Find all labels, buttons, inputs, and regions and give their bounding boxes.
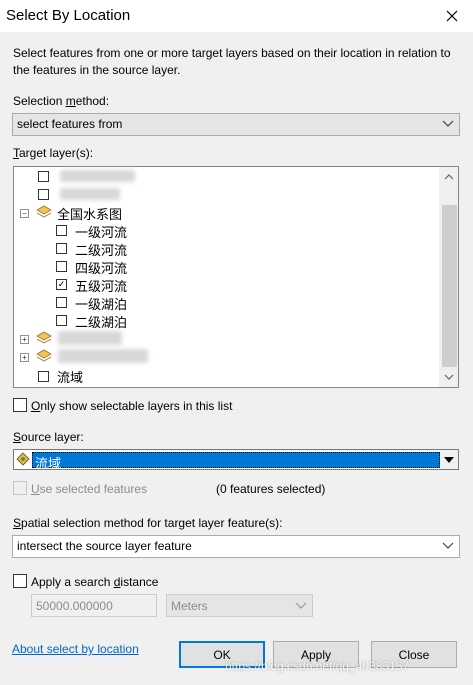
redacted-layer-name xyxy=(60,170,135,182)
search-distance-checkbox[interactable] xyxy=(13,574,27,588)
units-dropdown[interactable]: Meters xyxy=(166,594,313,617)
only-selectable-checkbox[interactable] xyxy=(13,398,27,412)
search-distance-input[interactable]: 50000.000000 xyxy=(31,594,157,617)
about-link[interactable]: About select by location xyxy=(12,642,139,656)
collapse-icon[interactable]: − xyxy=(20,209,29,218)
scroll-up-icon[interactable] xyxy=(444,173,454,181)
chevron-down-icon xyxy=(442,542,454,549)
expand-icon[interactable]: + xyxy=(20,335,29,344)
scroll-down-icon[interactable] xyxy=(444,373,454,381)
window-title: Select By Location xyxy=(6,7,131,24)
layer-label[interactable]: 二级河流 xyxy=(75,240,127,259)
search-distance-value: 50000.000000 xyxy=(36,599,113,613)
layer-checkbox[interactable] xyxy=(38,189,49,200)
layer-checkbox[interactable] xyxy=(56,225,67,236)
redacted-layer-name xyxy=(58,349,148,363)
layer-group-label[interactable]: 全国水系图 xyxy=(57,204,122,223)
layer-group-icon xyxy=(36,349,52,362)
layer-checkbox[interactable] xyxy=(56,243,67,254)
selection-method-dropdown[interactable]: select features from xyxy=(12,113,460,136)
layer-checkbox[interactable] xyxy=(38,171,49,182)
watermark: https://blog.csdn.net/qq_40383157 xyxy=(225,659,410,673)
dialog-description: Select features from one or more target … xyxy=(13,46,451,77)
layer-checkbox-checked[interactable]: ✓ xyxy=(56,279,67,290)
selection-method-value: select features from xyxy=(17,117,123,131)
source-layer-label: Source layer: xyxy=(13,430,84,444)
use-selected-label: Use selected features xyxy=(31,482,148,496)
source-layer-dropdown[interactable]: 流域 xyxy=(13,449,459,472)
layer-label[interactable]: 四级河流 xyxy=(75,258,127,277)
layer-label[interactable]: 一级河流 xyxy=(75,222,127,241)
layer-group-icon xyxy=(36,205,52,218)
spatial-method-label: Spatial selection method for target laye… xyxy=(13,516,283,530)
only-selectable-label[interactable]: Only show selectable layers in this list xyxy=(31,399,232,413)
layer-label[interactable]: 二级湖泊 xyxy=(75,312,127,331)
layer-label[interactable]: 一级湖泊 xyxy=(75,294,127,313)
chevron-down-icon xyxy=(295,602,307,609)
layer-checkbox[interactable] xyxy=(56,297,67,308)
redacted-layer-name xyxy=(58,331,122,345)
layer-checkbox[interactable] xyxy=(56,315,67,326)
source-dropdown-button[interactable] xyxy=(440,450,458,469)
use-selected-checkbox[interactable] xyxy=(13,481,27,495)
source-layer-value: 流域 xyxy=(32,452,440,472)
layer-label[interactable]: 流域 xyxy=(57,367,83,386)
tree-scrollbar[interactable] xyxy=(439,167,458,387)
search-distance-label[interactable]: Apply a search distance xyxy=(31,575,158,589)
layer-checkbox[interactable] xyxy=(38,371,49,382)
layer-label[interactable]: 五级河流 xyxy=(75,276,127,295)
layer-group-icon xyxy=(36,331,52,344)
spatial-method-value: intersect the source layer feature xyxy=(17,539,192,553)
layer-checkbox[interactable] xyxy=(56,261,67,272)
features-selected-count: (0 features selected) xyxy=(216,482,326,496)
target-layers-tree[interactable]: − 全国水系图 一级河流 二级河流 四级河流 ✓ 五级河流 一级湖泊 二级湖泊 … xyxy=(13,166,459,388)
polygon-layer-icon xyxy=(16,452,30,466)
target-layers-label: Target layer(s): xyxy=(13,146,94,160)
scroll-thumb[interactable] xyxy=(442,205,457,367)
spatial-method-dropdown[interactable]: intersect the source layer feature xyxy=(12,535,460,558)
expand-icon[interactable]: + xyxy=(20,353,29,362)
units-value: Meters xyxy=(171,599,208,613)
triangle-down-icon xyxy=(444,456,454,463)
selection-method-label: Selection method: xyxy=(13,94,110,108)
close-icon[interactable] xyxy=(438,2,466,30)
redacted-layer-name xyxy=(60,188,120,200)
chevron-down-icon xyxy=(442,120,454,127)
